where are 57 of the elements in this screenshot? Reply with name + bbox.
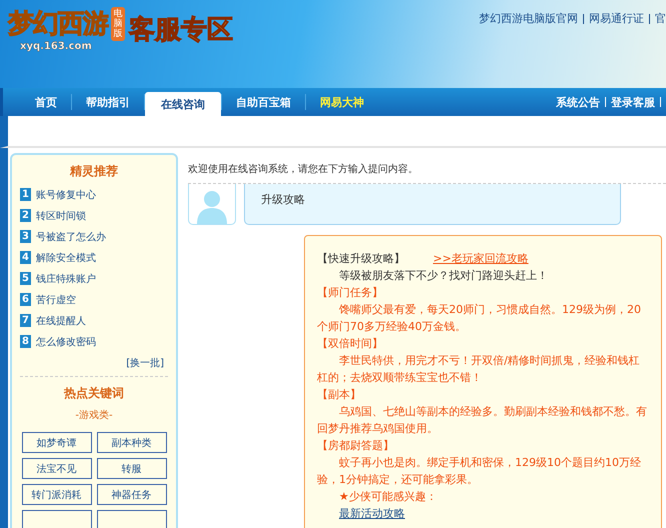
keyword-button[interactable]: 神器任务 [96,484,166,505]
logo-text: 梦幻西游 [8,8,108,41]
section-text: 乌鸡国、七绝山等副本的经验多。勤刷副本经验和钱都不愁。有回梦丹推荐乌鸡国使用。 [317,404,648,437]
sidebar-link[interactable]: 怎么修改密码 [36,334,96,348]
number-badge: 7 [20,314,31,327]
refresh-link[interactable]: [换一批] [126,356,164,370]
header-link[interactable]: 网易通行证 [589,11,644,26]
number-badge: 6 [20,293,31,306]
section-text: 李世民特供，用完才不亏！开双倍/精修时间抓鬼，经验和钱杠杠的；去烧双顺带练宝宝也不错！ [317,353,641,386]
interest-text: ★少侠可能感兴趣： [338,489,438,505]
keyword-button[interactable]: 副本种类 [96,432,166,453]
keyword-button[interactable] [96,510,166,528]
sidebar-link[interactable]: 苦行虚空 [36,292,76,306]
activity-link[interactable]: 最新活动攻略 [339,505,405,522]
keyword-button[interactable]: 转门派消耗 [22,484,92,505]
site-title: 客服专区 [129,14,233,47]
sidebar-link[interactable]: 号被盗了怎么办 [36,230,106,244]
section-text: 蚊子再小也是肉。绑定手机和密保，129级10个题目约10万经验，1分钟搞定，还可能拿彩果。 [317,455,642,488]
sidebar-link[interactable]: 在线提醒人 [36,314,86,328]
nav-tab[interactable]: 网易大神 [306,88,378,116]
section-text: 馋嘴师父最有爱，每天20师门，习惯成自然。129级为例，20个师门70多万经验40万金钱。 [317,302,642,335]
keyword-button[interactable]: 转服 [96,458,166,479]
number-badge: 8 [20,335,31,348]
nav-tab[interactable]: 帮助指引 [72,88,144,116]
section-title: 热点关键词 [62,385,125,402]
avatar-icon [188,184,236,225]
edition-badge: 电脑版 [111,6,125,40]
section-heading: 【师门任务】 [317,285,383,301]
section-heading: 【快速升级攻略】 [317,251,405,267]
header-link[interactable]: 梦幻西游电脑版官网 [479,11,578,26]
logo-domain: xyq.163.com [20,41,92,52]
nav-tab[interactable]: 首页 [21,88,71,116]
keyword-button[interactable]: 如梦奇谭 [22,432,92,453]
category-label: -游戏类- [74,408,114,422]
section-text: 等级被朋友落下不少？找对门路迎头赶上！ [338,268,549,284]
nav-link[interactable]: 登录客服 [611,94,655,110]
number-badge: 5 [20,272,31,285]
sidebar-link[interactable]: 钱庄特殊账户 [36,272,96,286]
section-heading: 【双倍时间】 [317,336,383,352]
sidebar-link[interactable]: 解除安全模式 [36,250,96,264]
nav-tab[interactable]: 自助百宝箱 [222,88,305,116]
section-title: 精灵推荐 [68,163,119,180]
keyword-button[interactable]: 法宝不见 [22,458,92,479]
number-badge: 2 [20,209,31,222]
question-bubble: 升级攻略 [244,184,621,225]
sidebar-link[interactable]: 转区时间锁 [36,208,86,222]
number-badge: 4 [20,251,31,264]
section-heading: 【房都尉答题】 [317,438,394,454]
number-badge: 3 [20,230,31,243]
sidebar-link[interactable]: 账号修复中心 [36,188,96,202]
keyword-button[interactable] [22,510,92,528]
nav-link[interactable]: 系统公告 [556,94,600,110]
section-heading: 【副本】 [317,387,361,403]
nav-tab[interactable]: 在线咨询 [145,92,221,116]
header-link[interactable]: 官 [655,11,666,26]
number-badge: 1 [20,188,31,201]
guide-link[interactable]: >>老玩家回流攻略 [433,250,528,267]
